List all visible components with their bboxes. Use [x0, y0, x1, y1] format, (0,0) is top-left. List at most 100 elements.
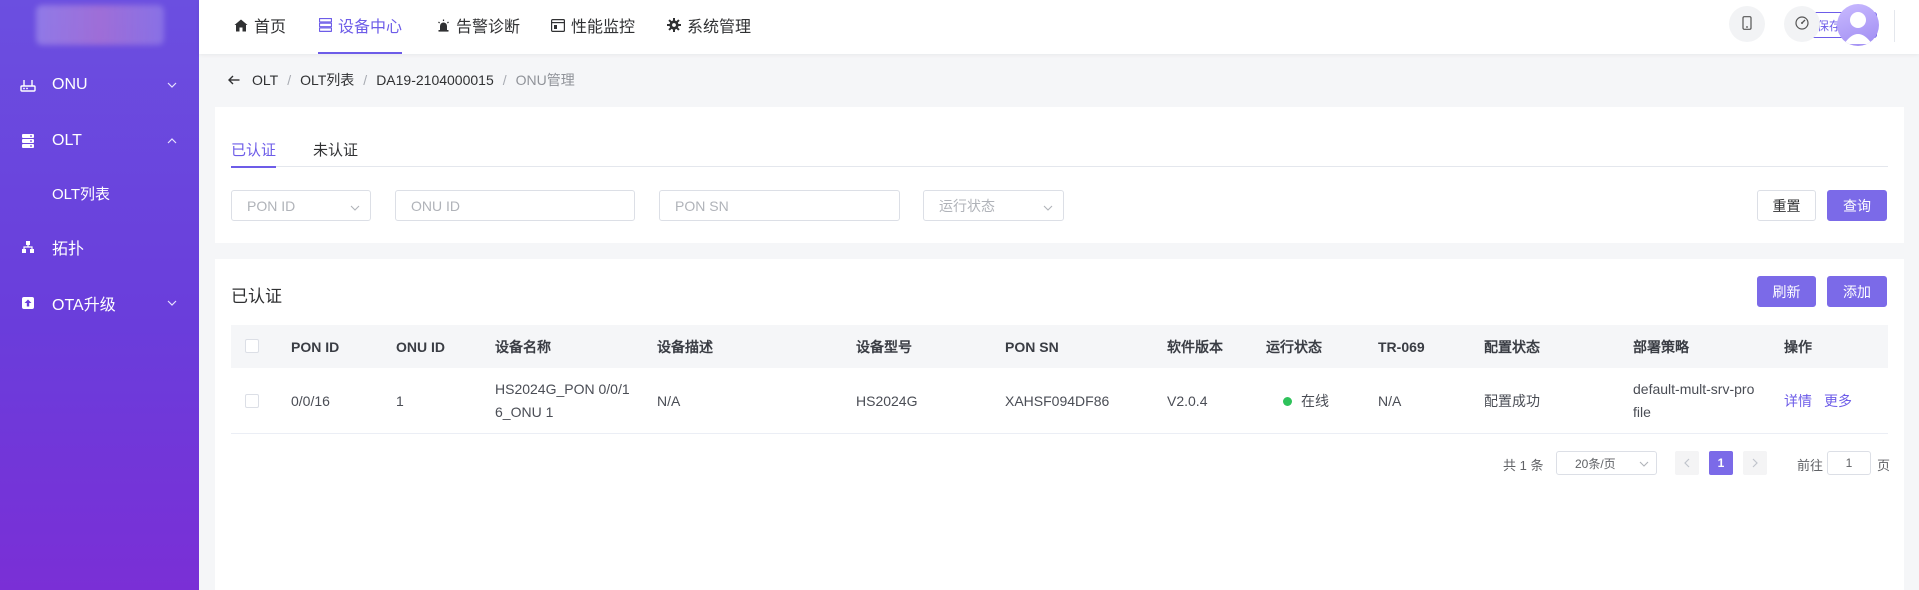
nav-label: 性能监控 [571, 19, 636, 36]
device-name-line: 6_ONU 1 [495, 404, 554, 420]
alarm-icon [436, 18, 450, 32]
router-icon [20, 77, 36, 93]
online-status-dot [1283, 396, 1292, 406]
breadcrumb: OLT / OLT列表 / DA19-2104000015 / ONU管理 [228, 71, 575, 89]
pagination-total: 共 1 条 [1503, 458, 1544, 473]
tab-unauthenticated[interactable]: 未认证 [313, 139, 358, 167]
breadcrumb-separator: / [287, 72, 292, 88]
add-button[interactable]: 添加 [1827, 276, 1887, 307]
chevron-up-icon [167, 136, 177, 147]
cell-operations: 详情 更多 [1784, 368, 1864, 434]
policy-line: default-mult-srv-pro [1633, 381, 1755, 397]
avatar[interactable] [1837, 4, 1879, 46]
tab-authenticated[interactable]: 已认证 [231, 139, 277, 168]
column-header: PON ID [291, 338, 340, 355]
column-header: PON SN [1005, 338, 1059, 355]
cell-description: N/A [657, 392, 681, 409]
nav-alarm[interactable]: 告警诊断 [436, 0, 520, 50]
filter-panel: 已认证 未认证 PON ID 运行状态 重置 查询 [215, 107, 1904, 243]
sidebar-item-topology[interactable]: 拓扑 [0, 232, 199, 262]
back-arrow-icon[interactable] [228, 75, 240, 85]
cell-policy: default-mult-srv-pro file [1633, 368, 1754, 434]
sidebar-item-ota[interactable]: OTA升级 [0, 288, 199, 318]
more-link[interactable]: 更多 [1824, 390, 1852, 413]
speedometer-icon [1795, 15, 1809, 33]
sidebar-item-label: OLT [52, 132, 82, 149]
sidebar-item-onu[interactable]: ONU [0, 70, 199, 100]
cell-pon-sn: XAHSF094DF86 [1005, 392, 1110, 409]
cell-device-name: HS2024G_PON 0/0/1 6_ONU 1 [495, 368, 630, 434]
query-button[interactable]: 查询 [1827, 190, 1887, 221]
cell-tr069: N/A [1378, 392, 1402, 409]
topology-icon [20, 239, 36, 255]
table-header: PON ID ONU ID 设备名称 设备描述 设备型号 PON SN 软件版本… [231, 325, 1888, 368]
chevron-down-icon [1043, 200, 1053, 216]
page-size-label: 20条/页 [1575, 456, 1616, 471]
user-icon [1844, 12, 1872, 44]
sidebar: ONU OLT OLT列表 拓扑 OTA升级 [0, 0, 199, 590]
table-row: 0/0/16 1 HS2024G_PON 0/0/1 6_ONU 1 N/A H… [231, 368, 1888, 434]
goto-label: 前往 [1797, 458, 1824, 473]
home-icon [234, 18, 248, 32]
panel-title: 已认证 [231, 287, 282, 306]
goto-page-input[interactable] [1827, 451, 1871, 475]
select-all-checkbox[interactable] [245, 339, 259, 353]
nav-label: 首页 [254, 19, 287, 36]
pon-id-select[interactable]: PON ID [231, 190, 371, 221]
detail-link[interactable]: 详情 [1784, 390, 1812, 413]
chevron-down-icon [1639, 458, 1649, 472]
page-number[interactable]: 1 [1709, 451, 1733, 475]
nav-label: 系统管理 [687, 19, 752, 36]
chevron-down-icon [167, 298, 177, 309]
sidebar-item-olt-list[interactable]: OLT列表 [0, 178, 199, 208]
prev-page-button[interactable] [1675, 451, 1699, 475]
breadcrumb-current: ONU管理 [515, 72, 575, 88]
sidebar-item-olt[interactable]: OLT [0, 126, 199, 156]
divider [1894, 10, 1895, 42]
nav-system[interactable]: 系统管理 [667, 0, 751, 50]
page-size-select[interactable]: 20条/页 [1556, 451, 1657, 475]
policy-line: file [1633, 404, 1651, 420]
nav-performance[interactable]: 性能监控 [551, 0, 635, 50]
row-checkbox[interactable] [245, 394, 259, 408]
column-header: 设备型号 [856, 338, 912, 355]
page-suffix: 页 [1877, 458, 1891, 473]
breadcrumb-separator: / [363, 72, 368, 88]
sidebar-item-label: OTA升级 [52, 297, 116, 314]
server-icon [20, 133, 36, 149]
device-icon [318, 18, 332, 32]
chevron-right-icon [1752, 458, 1758, 468]
reset-button[interactable]: 重置 [1757, 190, 1816, 221]
top-navbar: 首页 设备中心 告警诊断 性能监控 系统管理 保存配置 [199, 0, 1919, 54]
table-panel: 已认证 刷新 添加 PON ID ONU ID 设备名称 设备描述 设备型号 P… [215, 259, 1904, 590]
chevron-left-icon [1684, 458, 1690, 468]
breadcrumb-olt[interactable]: OLT [252, 72, 278, 88]
cell-pon-id: 0/0/16 [291, 392, 330, 409]
column-header: 设备名称 [495, 338, 551, 355]
cell-status: 在线 [1283, 368, 1329, 434]
pon-sn-input[interactable] [659, 190, 900, 221]
upload-icon [20, 295, 36, 311]
gear-icon [667, 18, 681, 32]
dashboard-button[interactable] [1784, 6, 1820, 42]
next-page-button[interactable] [1743, 451, 1767, 475]
cell-onu-id: 1 [396, 392, 404, 409]
column-header: 部署策略 [1633, 338, 1689, 355]
onu-id-input[interactable] [395, 190, 635, 221]
cell-config-status: 配置成功 [1484, 392, 1540, 409]
sidebar-item-label: OLT列表 [52, 185, 111, 203]
logo [36, 5, 164, 45]
breadcrumb-olt-list[interactable]: OLT列表 [300, 70, 354, 90]
cell-model: HS2024G [856, 392, 918, 409]
sidebar-item-label: ONU [52, 76, 88, 93]
nav-label: 告警诊断 [456, 19, 521, 36]
status-select[interactable]: 运行状态 [923, 190, 1064, 221]
nav-device-center[interactable]: 设备中心 [318, 0, 403, 54]
nav-home[interactable]: 首页 [234, 0, 286, 50]
mobile-button[interactable] [1729, 6, 1765, 42]
device-name-line: HS2024G_PON 0/0/1 [495, 381, 630, 397]
column-header: TR-069 [1378, 338, 1425, 355]
breadcrumb-device[interactable]: DA19-2104000015 [376, 72, 494, 88]
refresh-button[interactable]: 刷新 [1757, 276, 1816, 307]
cell-version: V2.0.4 [1167, 392, 1208, 409]
